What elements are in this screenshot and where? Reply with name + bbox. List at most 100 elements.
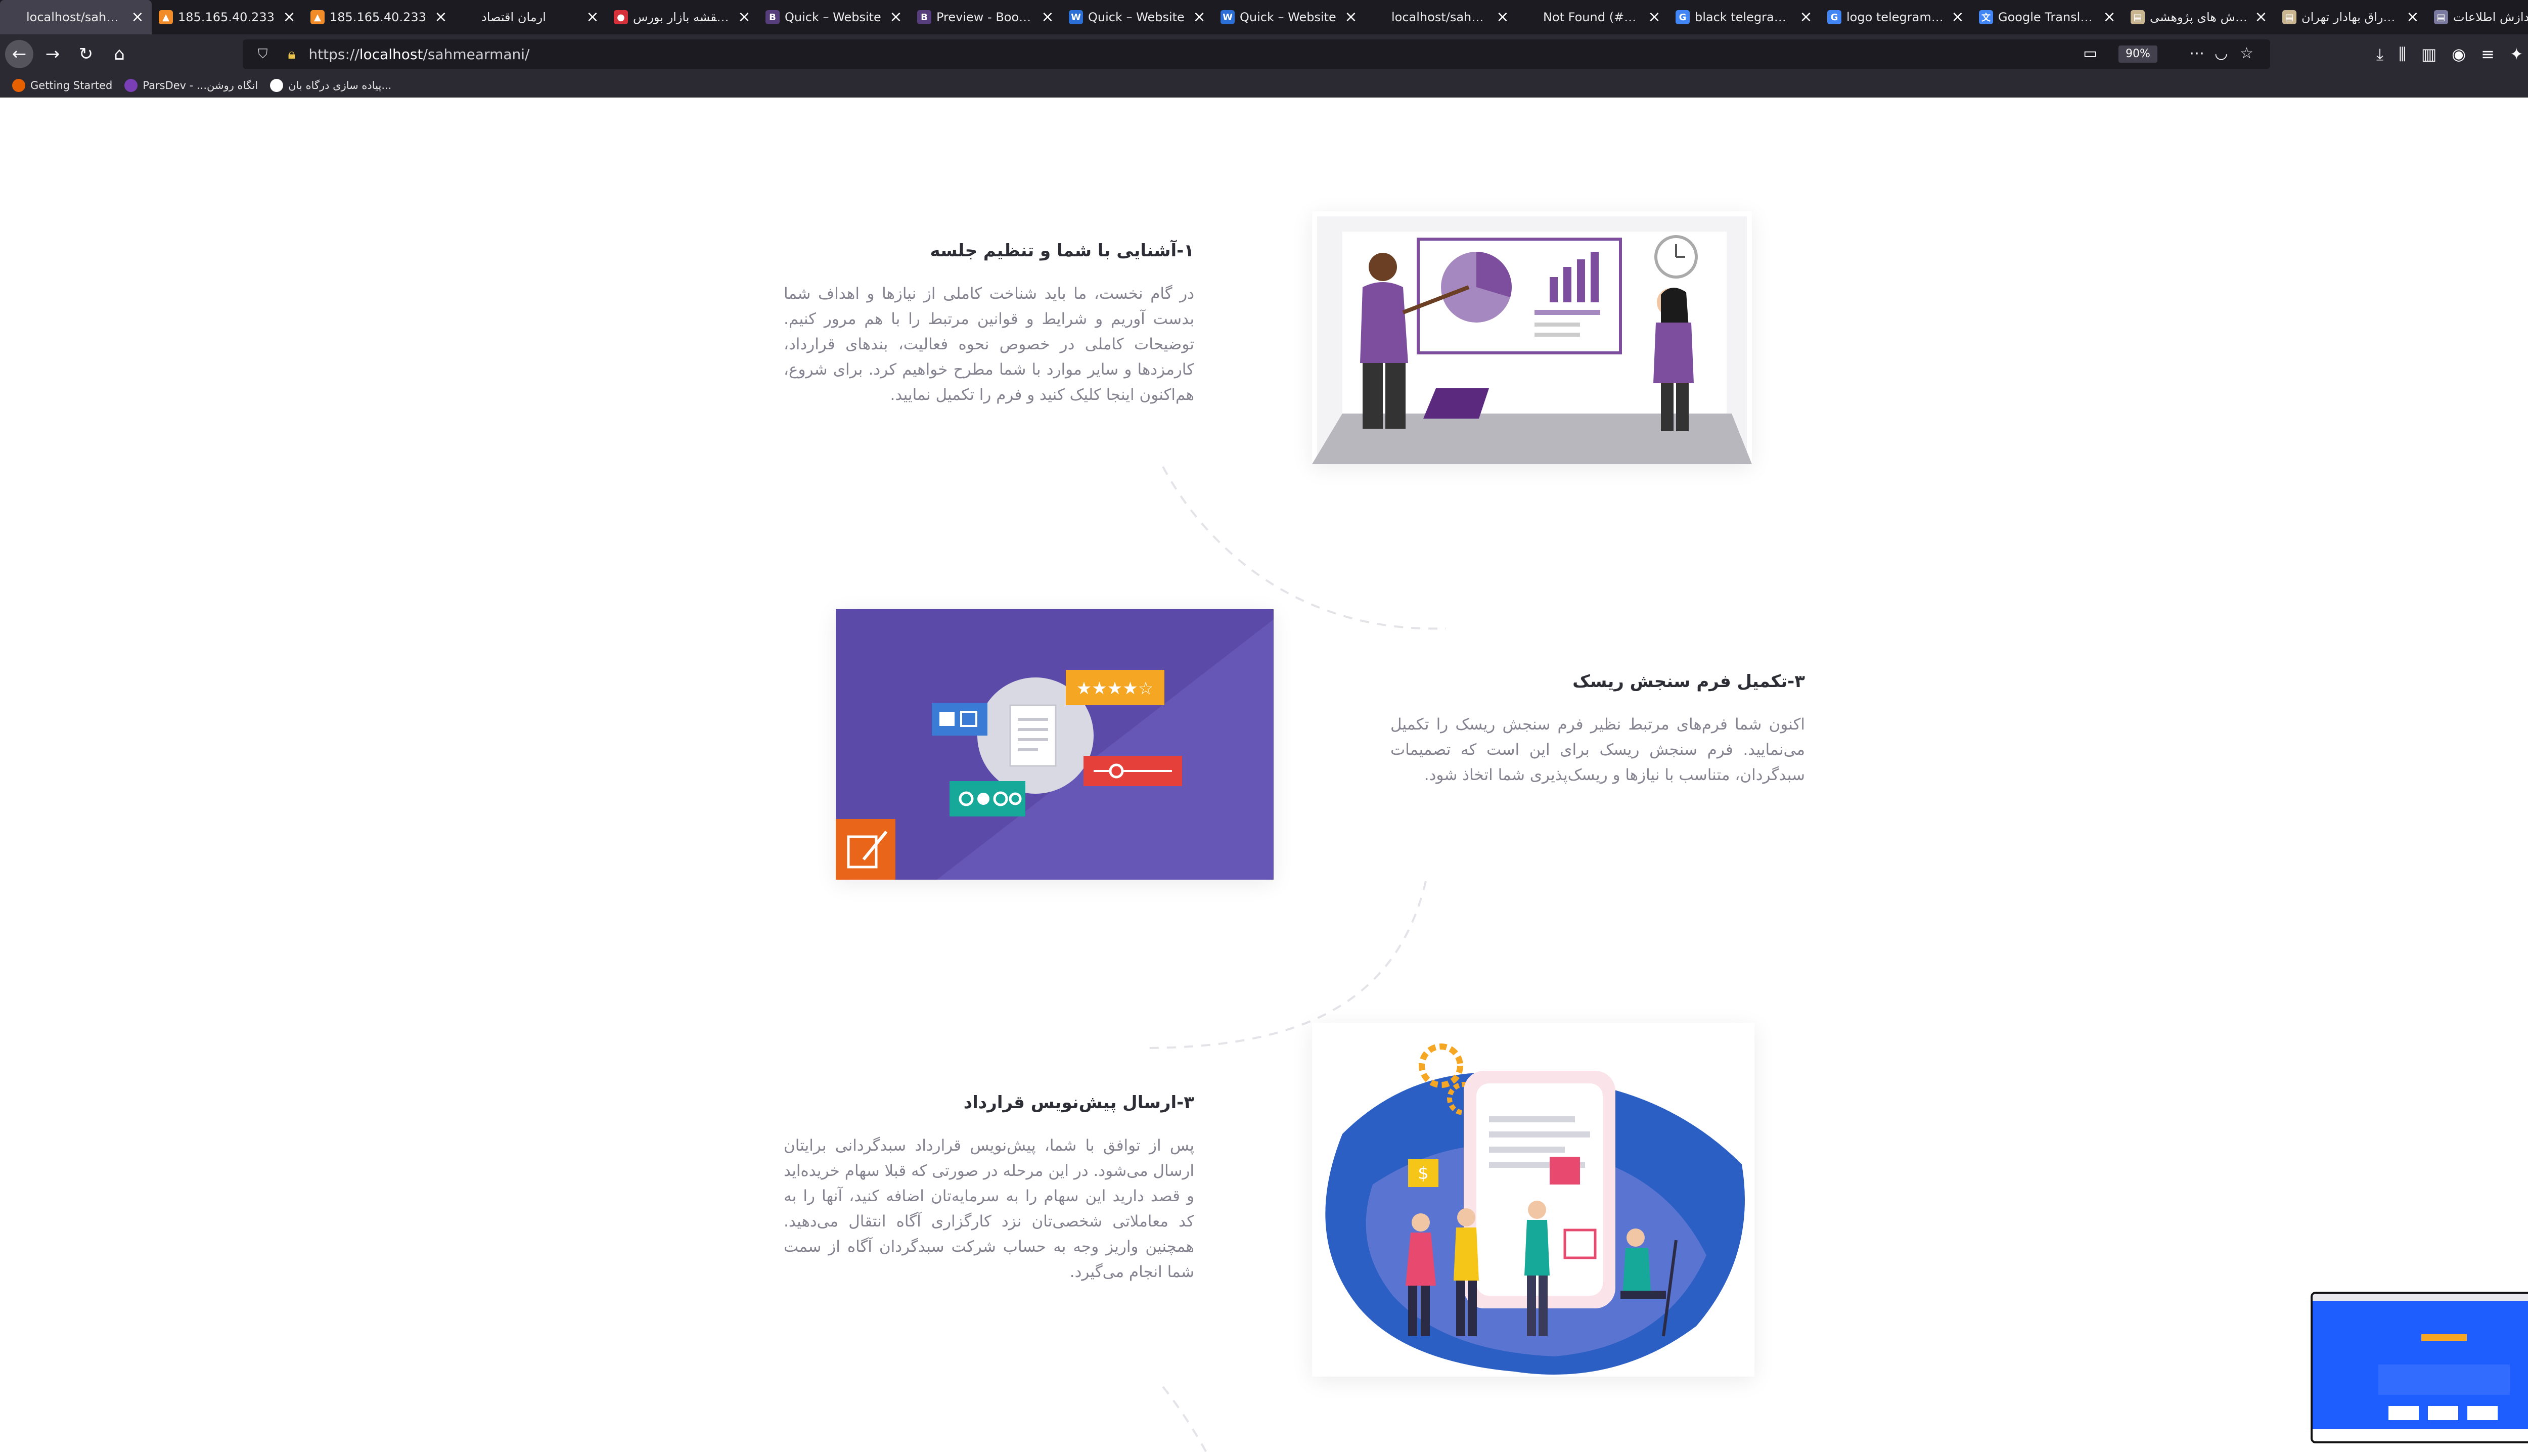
sidebar-icon[interactable]: ▥ (2421, 44, 2436, 64)
tab-title: black telegram logo (1695, 10, 1794, 24)
home-button[interactable]: ⌂ (105, 40, 133, 68)
bookmark-item[interactable]: ParsDev - ...انگاه روشن (124, 79, 258, 92)
tab-favicon-icon (1524, 10, 1538, 24)
step-2-text: ۳-تکمیل فرم سنجش ریسک اکنون شما فرم‌های … (1390, 671, 1805, 788)
account-icon[interactable]: ◉ (2452, 44, 2466, 64)
tab-title: گزارش های پژوهشی (2150, 10, 2249, 24)
extensions-icon[interactable]: ✦ (2510, 44, 2523, 64)
tab-close-icon[interactable]: × (282, 10, 296, 25)
reload-button[interactable]: ↻ (72, 40, 100, 68)
tab-7[interactable]: B Preview - Bootstrap × (910, 0, 1062, 34)
tab-favicon-icon: ▲ (159, 10, 173, 24)
bookmark-star-icon[interactable]: ☆ (2240, 44, 2253, 62)
tab-favicon-icon: ▲ (310, 10, 325, 24)
tab-12[interactable]: Gblack telegram logo × (1668, 0, 1820, 34)
tab-close-icon[interactable]: × (2102, 10, 2116, 25)
url-text[interactable]: https://localhost/sahmearmani/ (308, 46, 529, 63)
tab-16[interactable]: ▤ بورس اوراق بهادار تهران × (2275, 0, 2427, 34)
bookmark-item[interactable]: پیاده سازی درگاه بان... (270, 79, 391, 92)
tab-2[interactable]: ▲ 185.165.40.233 × (152, 0, 303, 34)
step-3-title: ۳-ارسال پیش‌نویس قرارداد (963, 1093, 1194, 1113)
bookmark-label: ParsDev - ...انگاه روشن (143, 79, 258, 92)
svg-text:★★★★☆: ★★★★☆ (1076, 678, 1153, 699)
tab-favicon-icon (7, 10, 21, 24)
tab-close-icon[interactable]: × (1344, 10, 1358, 25)
step-2-illustration: ★★★★☆ (836, 609, 1274, 880)
tab-close-icon[interactable]: × (2254, 10, 2268, 25)
toolbar-icons: ⤓ ⫼ ▥ ◉ ≡ ✦ ☰ (2376, 34, 2528, 74)
page-actions-icon[interactable]: ⋯ (2189, 44, 2204, 62)
tab-close-icon[interactable]: × (1041, 10, 1055, 25)
bookmark-favicon-icon (12, 79, 25, 92)
back-button[interactable]: ← (5, 40, 33, 68)
step-1-body[interactable]: در گام نخست، ما باید شناخت کاملی از نیاز… (784, 281, 1194, 407)
tab-5[interactable]: ● نقشه بازار بورس | ... × (607, 0, 758, 34)
menu-icon[interactable]: ≡ (2481, 44, 2495, 64)
preview-thumbnail-image (2313, 1294, 2528, 1441)
lock-warning-icon[interactable]: 🔒︎ (288, 46, 296, 63)
tab-9[interactable]: W Quick – Website × (1213, 0, 1365, 34)
tab-10[interactable]: localhost/sahmearmani × (1365, 0, 1517, 34)
tab-close-icon[interactable]: × (1799, 10, 1813, 25)
tab-title: Quick – Website (785, 10, 881, 24)
tab-close-icon[interactable]: × (2406, 10, 2420, 25)
contract-team-illustration: $ (1312, 1023, 1754, 1377)
step-2-body: اکنون شما فرم‌های مرتبط نظیر فرم سنجش ری… (1390, 715, 1805, 784)
tab-title: Quick – Website (1240, 10, 1336, 24)
navigation-toolbar: ← → ↻ ⌂ ⛉ 🔒︎ https://localhost/sahmearma… (0, 34, 2528, 74)
tab-title: 185.165.40.233 (330, 10, 426, 24)
tab-close-icon[interactable]: × (1496, 10, 1510, 25)
browser-window: localhost/sahmearmani/×▲185.165.40.233×▲… (0, 0, 2528, 1456)
tab-close-icon[interactable]: × (130, 10, 145, 25)
tab-favicon-icon: ● (614, 10, 628, 24)
tab-favicon-icon: W (1069, 10, 1083, 24)
bookmark-item[interactable]: Getting Started (12, 79, 112, 92)
tab-title: ارمان اقتصاد (481, 10, 546, 24)
tab-6[interactable]: B Quick – Website × (758, 0, 910, 34)
tab-strip: localhost/sahmearmani/×▲185.165.40.233×▲… (0, 0, 2528, 34)
step-3-illustration: $ (1312, 1023, 1754, 1377)
preview-thumbnail[interactable] (2311, 1292, 2528, 1443)
tab-title: نقشه بازار بورس | ... (633, 10, 732, 24)
tab-close-icon[interactable]: × (1647, 10, 1661, 25)
tab-3[interactable]: ▲ 185.165.40.233 × (303, 0, 455, 34)
tab-favicon-icon: ▤ (2131, 10, 2145, 24)
browser-chrome: localhost/sahmearmani/×▲185.165.40.233×▲… (0, 0, 2528, 98)
bookmark-label: پیاده سازی درگاه بان... (288, 79, 392, 92)
forward-button[interactable]: → (38, 40, 67, 68)
tab-favicon-icon (1372, 10, 1386, 24)
library-icon[interactable]: ⫼ (2399, 44, 2406, 64)
tab-8[interactable]: W Quick – Website × (1062, 0, 1213, 34)
url-bar[interactable]: ⛉ 🔒︎ https://localhost/sahmearmani/ ▭ 90… (243, 39, 2270, 69)
tab-1[interactable]: localhost/sahmearmani/ × (0, 0, 152, 34)
tab-close-icon[interactable]: × (585, 10, 600, 25)
bookmarks-toolbar: Getting Started ParsDev - ...انگاه روشن پی… (0, 74, 2528, 98)
tab-15[interactable]: ▤ گزارش های پژوهشی × (2124, 0, 2275, 34)
tab-14[interactable]: 文 Google Translate × (1972, 0, 2124, 34)
risk-form-illustration: ★★★★☆ (836, 609, 1274, 880)
tab-title: مرکز پردازش اطلاعات (2453, 10, 2528, 24)
tab-close-icon[interactable]: × (434, 10, 448, 25)
step-1-title: ۱-آشنایی با شما و تنظیم جلسه (930, 241, 1194, 261)
tab-13[interactable]: Glogo telegram white × (1820, 0, 1972, 34)
tab-title: Not Found (#404) (1543, 10, 1642, 24)
tab-title: localhost/sahmearmani (1391, 10, 1491, 24)
tab-close-icon[interactable]: × (889, 10, 903, 25)
tab-close-icon[interactable]: × (737, 10, 751, 25)
tab-title: Preview - Bootstrap (936, 10, 1035, 24)
tab-4[interactable]: ارمان اقتصاد × (455, 0, 607, 34)
download-icon[interactable]: ⤓ (2376, 44, 2383, 64)
tracking-shield-icon[interactable]: ⛉ (258, 47, 268, 62)
tab-favicon-icon: W (1221, 10, 1235, 24)
tab-close-icon[interactable]: × (1192, 10, 1206, 25)
zoom-level-badge[interactable]: 90% (2118, 46, 2157, 63)
tab-favicon-icon: G (1827, 10, 1841, 24)
tab-title: 185.165.40.233 (178, 10, 275, 24)
tab-title: Google Translate (1998, 10, 2097, 24)
reader-view-icon[interactable]: ▭ (2083, 44, 2097, 62)
tab-11[interactable]: Not Found (#404) × (1517, 0, 1668, 34)
tab-17[interactable]: ▤مرکز پردازش اطلاعات× (2427, 0, 2528, 34)
tab-title: Quick – Website (1088, 10, 1185, 24)
pocket-icon[interactable]: ◡ (2215, 44, 2228, 62)
tab-close-icon[interactable]: × (1951, 10, 1965, 25)
